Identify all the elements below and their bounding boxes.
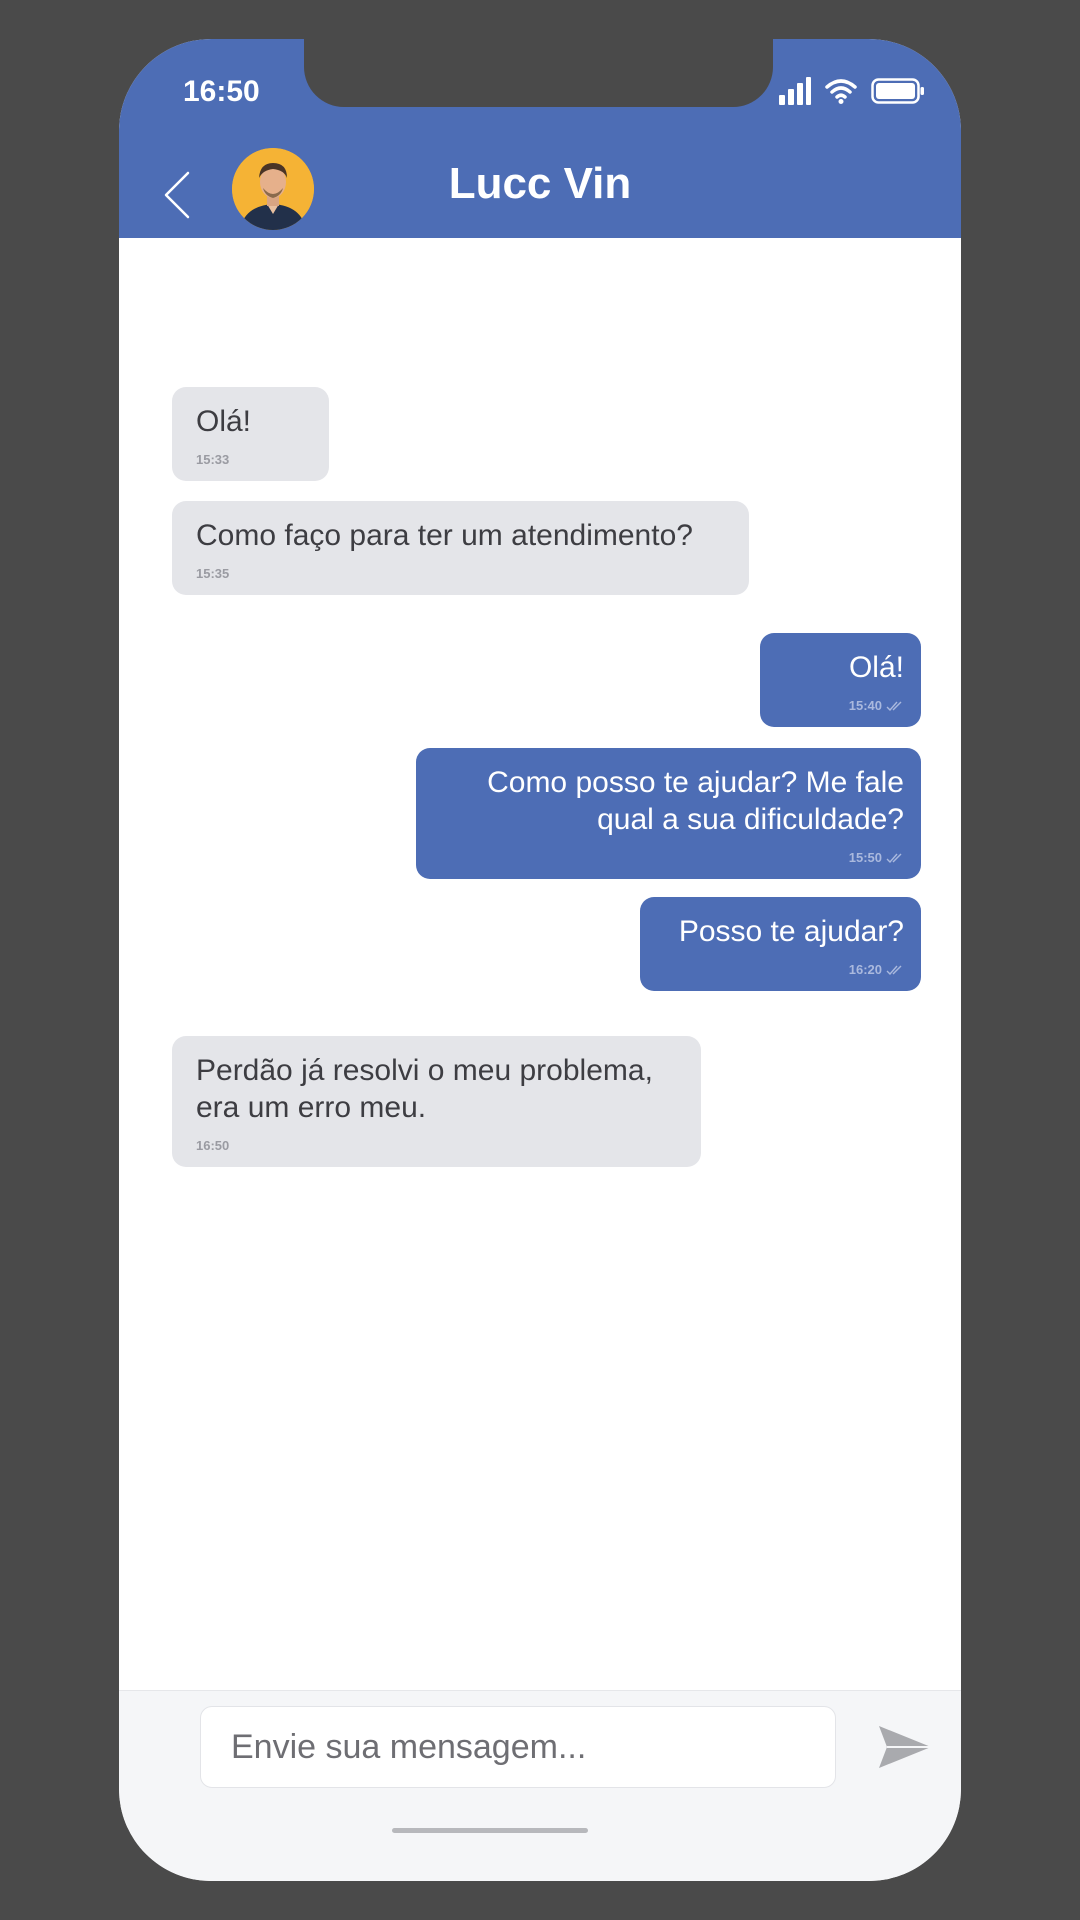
message-time-row: 15:50	[440, 850, 904, 865]
message-text: Perdão já resolvi o meu problema, era um…	[196, 1054, 653, 1124]
message-incoming[interactable]: Perdão já resolvi o meu problema, era um…	[172, 1036, 701, 1167]
signal-icon	[779, 77, 811, 105]
wifi-icon	[825, 79, 857, 104]
message-time-row: 15:40	[784, 698, 904, 713]
message-list[interactable]: Olá! 15:33 Como faço para ter um atendim…	[119, 238, 961, 1728]
message-text: Olá!	[196, 405, 252, 438]
message-input[interactable]	[200, 1706, 836, 1788]
battery-icon	[871, 78, 924, 104]
message-text: Posso te ajudar?	[678, 915, 904, 948]
app-header: 16:50 Lucc Vin	[119, 39, 961, 238]
contact-name: Lucc Vin	[448, 159, 632, 208]
home-indicator	[392, 1828, 588, 1833]
message-text: Como faço para ter um atendimento?	[196, 519, 693, 552]
message-outgoing[interactable]: Como posso te ajudar? Me fale qual a sua…	[416, 748, 921, 879]
message-incoming[interactable]: Olá! 15:33	[172, 387, 329, 481]
message-time: 16:20	[848, 962, 882, 977]
send-icon	[879, 1726, 931, 1768]
message-time: 15:40	[848, 698, 882, 713]
double-check-icon	[886, 701, 902, 711]
device-notch	[304, 39, 773, 107]
message-outgoing[interactable]: Posso te ajudar? 16:20	[640, 897, 921, 991]
message-time-row: 16:20	[664, 962, 904, 977]
message-time: 15:35	[196, 566, 230, 581]
message-time: 15:33	[196, 452, 230, 467]
message-time: 15:50	[848, 850, 882, 865]
message-incoming[interactable]: Como faço para ter um atendimento? 15:35	[172, 501, 749, 595]
double-check-icon	[886, 965, 902, 975]
phone-frame: 16:50 Lucc Vin Olá! 15:33 Como faço para…	[119, 39, 961, 1881]
message-composer	[119, 1690, 961, 1881]
message-text: Como posso te ajudar? Me fale qual a sua…	[487, 766, 904, 836]
message-text: Olá!	[848, 651, 904, 684]
status-time: 16:50	[183, 75, 260, 108]
message-outgoing[interactable]: Olá! 15:40	[760, 633, 921, 727]
double-check-icon	[886, 853, 902, 863]
message-time: 16:50	[196, 1138, 230, 1153]
send-button[interactable]	[877, 1724, 933, 1770]
status-icons	[779, 75, 925, 107]
